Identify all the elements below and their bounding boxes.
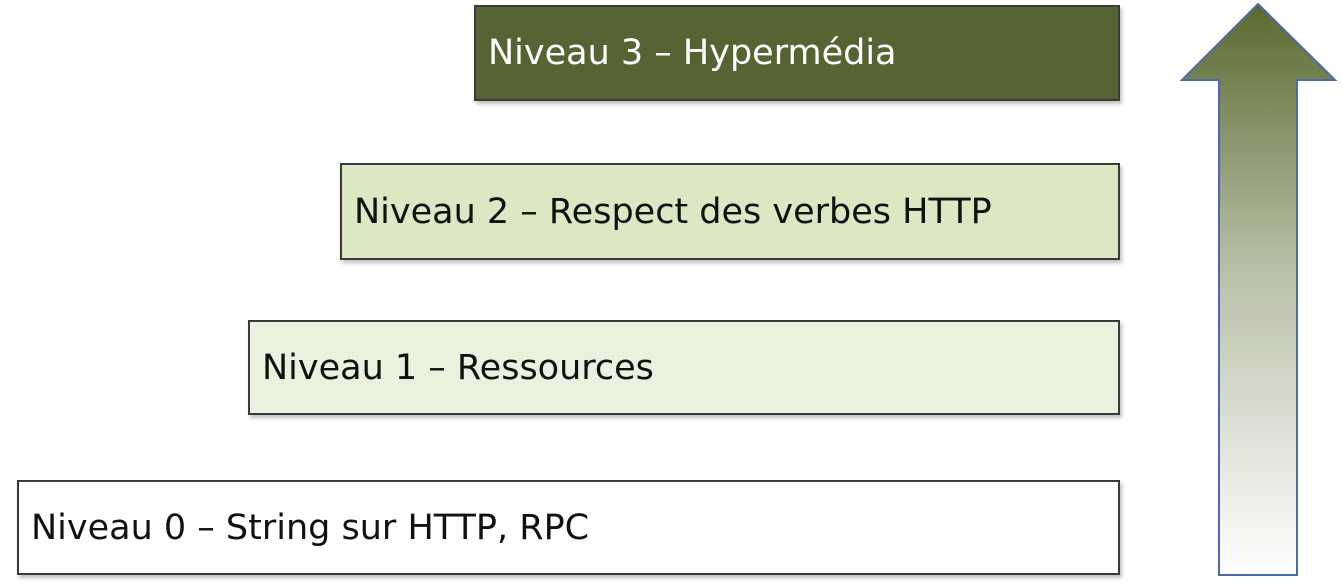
level-1-box: Niveau 1 – Ressources: [248, 320, 1120, 415]
level-2-box: Niveau 2 – Respect des verbes HTTP: [340, 163, 1120, 260]
level-0-label: Niveau 0 – String sur HTTP, RPC: [31, 507, 590, 548]
level-0-box: Niveau 0 – String sur HTTP, RPC: [17, 480, 1120, 575]
level-1-label: Niveau 1 – Ressources: [262, 347, 654, 388]
level-3-box: Niveau 3 – Hypermédia: [474, 5, 1120, 101]
level-3-label: Niveau 3 – Hypermédia: [488, 33, 897, 73]
arrow-shape: [1179, 2, 1338, 576]
level-2-label: Niveau 2 – Respect des verbes HTTP: [354, 191, 992, 232]
up-arrow-icon: [1179, 2, 1338, 576]
